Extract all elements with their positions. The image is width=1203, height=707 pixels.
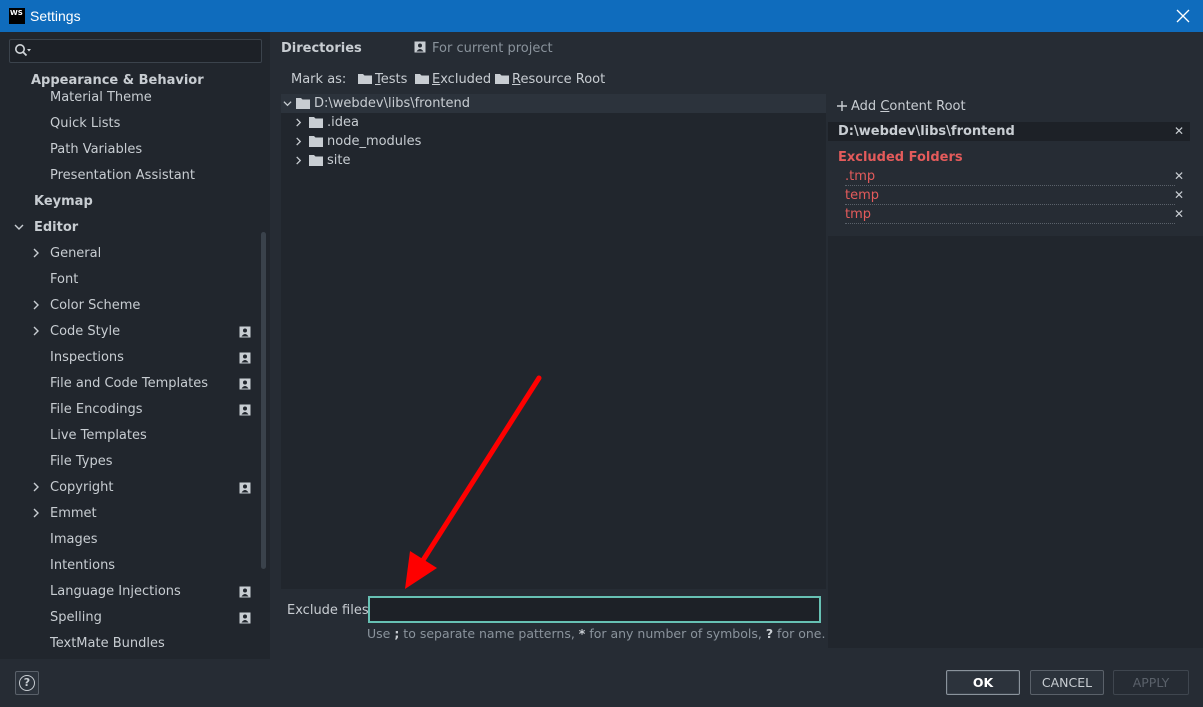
chevron-right-icon[interactable] [294,137,303,146]
exclude-files-input[interactable] [368,596,821,623]
search-icon[interactable] [14,43,32,59]
sidebar-item-quick-lists[interactable]: Quick Lists [50,113,120,135]
sidebar-item-live-templates[interactable]: Live Templates [50,425,147,447]
project-scope-icon [239,378,251,390]
settings-search-box[interactable] [9,39,262,63]
sidebar-item-keymap[interactable]: Keymap [34,191,93,213]
sidebar-item-copyright[interactable]: Copyright [31,477,261,499]
remove-content-root-button[interactable]: ✕ [1173,122,1185,141]
folder-icon [309,155,323,166]
chevron-right-icon[interactable] [31,248,41,258]
folder-icon [495,74,509,84]
sidebar-item-material-theme[interactable]: Material Theme [50,87,152,109]
content-root-path: D:\webdev\libs\frontend [828,122,1190,141]
folder-icon [296,98,310,109]
content-roots-panel: Add Content Root D:\webdev\libs\frontend… [828,94,1203,648]
sidebar-item-presentation-assistant[interactable]: Presentation Assistant [50,165,195,187]
dialog-footer: ? OK CANCEL APPLY [0,659,1203,707]
project-scope-icon [239,352,251,364]
close-icon: ✕ [1173,207,1185,221]
webstorm-app-icon: WS [9,8,25,24]
project-scope-icon [414,41,426,53]
chevron-right-icon[interactable] [31,482,41,492]
remove-excluded-button[interactable]: ✕ [1173,167,1185,186]
sidebar-scrollbar[interactable] [261,232,266,569]
settings-search-input[interactable] [34,42,256,60]
settings-sidebar: Appearance & Behavior Material Theme Qui… [0,32,270,659]
folder-icon [358,74,372,84]
window-titlebar: WS Settings [0,0,1203,32]
sidebar-item-inspections[interactable]: Inspections [50,347,124,369]
exclude-files-hint: Use ; to separate name patterns, * for a… [367,626,826,641]
tree-root-row[interactable]: D:\webdev\libs\frontend [281,94,826,113]
cancel-button[interactable]: CANCEL [1030,670,1104,695]
sidebar-item-color-scheme[interactable]: Color Scheme [31,295,261,317]
directories-panel: Directories For current project Mark as:… [270,32,1203,659]
help-icon: ? [19,675,35,691]
chevron-down-icon[interactable] [283,99,292,108]
ok-button[interactable]: OK [946,670,1020,695]
excluded-folder-item: temp [845,186,1175,205]
sidebar-item-emmet[interactable]: Emmet [31,503,261,525]
project-scope-icon [239,482,251,494]
project-scope-icon [239,326,251,338]
apply-button[interactable]: APPLY [1113,670,1189,695]
sidebar-item-code-style[interactable]: Code Style [31,321,261,343]
sidebar-item-intentions[interactable]: Intentions [50,555,115,577]
sidebar-item-editor[interactable]: Editor [14,217,254,239]
chevron-right-icon[interactable] [294,118,303,127]
mark-as-label: Mark as: [291,72,347,87]
close-icon: ✕ [1173,169,1185,183]
folder-icon [309,136,323,147]
sidebar-item-path-variables[interactable]: Path Variables [50,139,142,161]
page-title: Directories [281,41,362,56]
help-button[interactable]: ? [15,671,39,695]
chevron-down-icon[interactable] [14,222,24,232]
chevron-right-icon[interactable] [31,300,41,310]
exclude-files-label: Exclude files: [287,603,374,618]
plus-icon [837,101,847,111]
sidebar-item-language-injections[interactable]: Language Injections [50,581,181,603]
window-title: Settings [30,8,81,24]
project-scope-icon [239,404,251,416]
close-icon: ✕ [1173,188,1185,202]
mark-tests-button[interactable]: Tests [358,72,407,87]
chevron-right-icon[interactable] [294,156,303,165]
sidebar-item-file-encodings[interactable]: File Encodings [50,399,143,421]
content-root-details: Add Content Root D:\webdev\libs\frontend… [828,94,1203,236]
directory-tree[interactable]: D:\webdev\libs\frontend .idea node_modul… [281,94,826,589]
close-icon: ✕ [1173,124,1185,138]
remove-excluded-button[interactable]: ✕ [1173,186,1185,205]
mark-resource-root-button[interactable]: Resource Root [495,72,605,87]
chevron-right-icon[interactable] [31,326,41,336]
excluded-folders-title: Excluded Folders [838,150,963,165]
project-scope-icon [239,586,251,598]
sidebar-item-file-types[interactable]: File Types [50,451,113,473]
sidebar-item-images[interactable]: Images [50,529,98,551]
sidebar-item-font[interactable]: Font [50,269,78,291]
close-window-button[interactable] [1163,0,1203,32]
add-content-root-button[interactable]: Add Content Root [837,99,966,114]
mark-excluded-button[interactable]: Excluded [415,72,491,87]
project-scope-icon [239,612,251,624]
close-icon [1176,9,1190,23]
sidebar-item-general[interactable]: General [31,243,261,265]
scope-label: For current project [414,41,553,56]
excluded-folder-item: tmp [845,205,1175,224]
chevron-right-icon[interactable] [31,508,41,518]
sidebar-item-textmate-bundles[interactable]: TextMate Bundles [50,633,165,655]
sidebar-item-spelling[interactable]: Spelling [50,607,102,629]
sidebar-item-file-code-templates[interactable]: File and Code Templates [50,373,208,395]
excluded-folder-item: .tmp [845,167,1175,186]
remove-excluded-button[interactable]: ✕ [1173,205,1185,224]
folder-icon [309,117,323,128]
folder-icon [415,74,429,84]
